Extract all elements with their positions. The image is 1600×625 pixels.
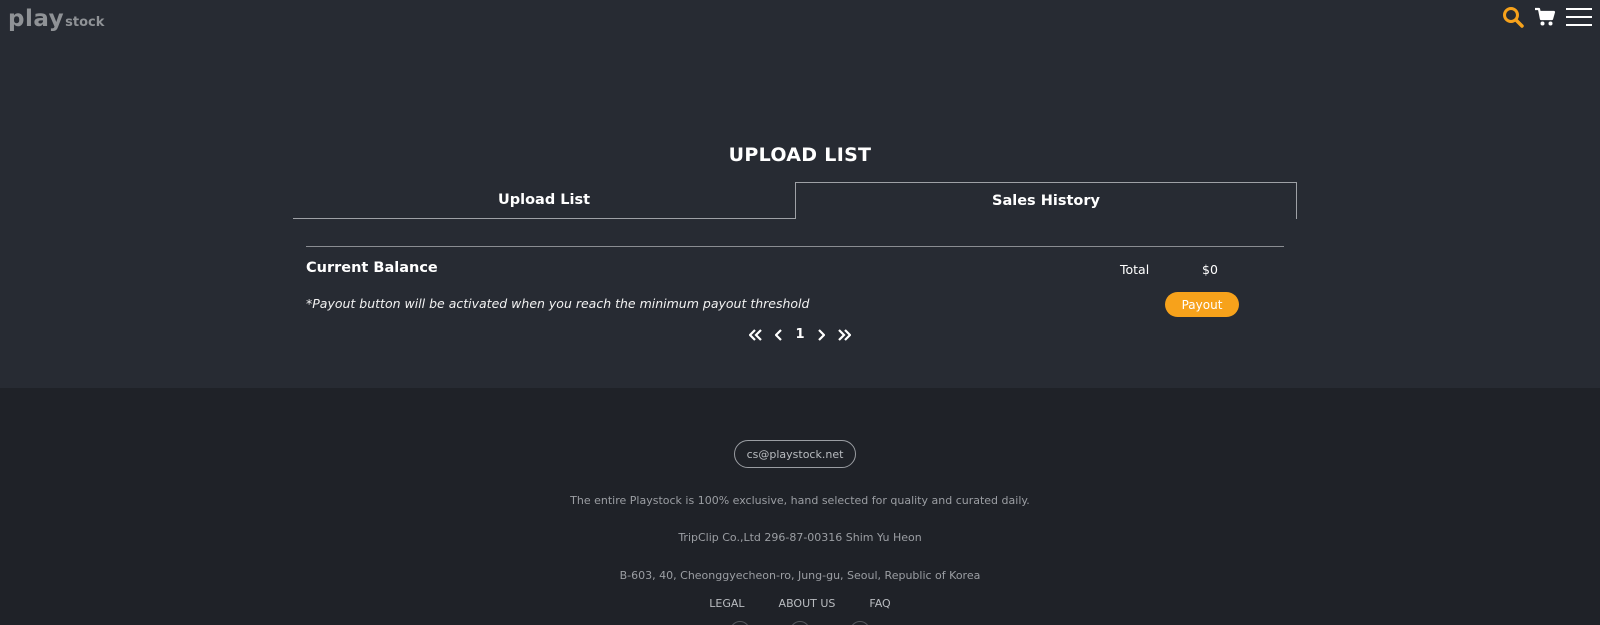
logo-play-text: play	[8, 6, 65, 32]
page-number-current[interactable]: 1	[795, 327, 804, 342]
playstock-logo[interactable]: play stock	[8, 6, 104, 32]
footer-link-faq[interactable]: FAQ	[869, 597, 890, 610]
cart-icon[interactable]	[1534, 6, 1556, 28]
page-title: UPLOAD LIST	[728, 144, 872, 166]
contact-email-button[interactable]: cs@playstock.net	[734, 440, 856, 468]
header-icons	[1502, 6, 1592, 28]
tab-sales-history[interactable]: Sales History	[795, 182, 1297, 219]
social-icon[interactable]	[790, 621, 810, 625]
footer-company-info: TripClip Co.,Ltd 296-87-00316 Shim Yu He…	[678, 531, 922, 544]
prev-page-icon[interactable]	[775, 328, 783, 341]
search-icon[interactable]	[1502, 6, 1524, 28]
footer-address: B-603, 40, Cheonggyecheon-ro, Jung-gu, S…	[619, 569, 981, 582]
footer-links: LEGAL ABOUT US FAQ	[0, 597, 1600, 610]
payout-note: *Payout button will be activated when yo…	[306, 296, 810, 311]
logo-stock-text: stock	[65, 15, 105, 30]
footer: cs@playstock.net The entire Playstock is…	[0, 388, 1600, 625]
tab-upload-list[interactable]: Upload List	[293, 182, 795, 219]
pagination: 1	[0, 327, 1600, 342]
current-balance-title: Current Balance	[306, 260, 438, 276]
last-page-icon[interactable]	[837, 328, 851, 341]
tab-bar: Upload List Sales History	[293, 182, 1297, 219]
social-icon[interactable]	[850, 621, 870, 625]
payout-button[interactable]: Payout	[1165, 292, 1239, 317]
hamburger-menu-icon[interactable]	[1566, 6, 1592, 28]
next-page-icon[interactable]	[817, 328, 825, 341]
footer-link-about-us[interactable]: ABOUT US	[779, 597, 836, 610]
main-content: UPLOAD LIST Upload List Sales History Cu…	[0, 44, 1600, 388]
footer-tagline: The entire Playstock is 100% exclusive, …	[570, 494, 1030, 507]
total-label: Total	[1120, 262, 1150, 277]
first-page-icon[interactable]	[749, 328, 763, 341]
social-icon[interactable]	[730, 621, 750, 625]
top-bar: play stock	[0, 0, 1600, 44]
footer-link-legal[interactable]: LEGAL	[709, 597, 744, 610]
social-links	[0, 621, 1600, 625]
total-value: $0	[1202, 262, 1218, 277]
section-divider	[306, 246, 1284, 247]
